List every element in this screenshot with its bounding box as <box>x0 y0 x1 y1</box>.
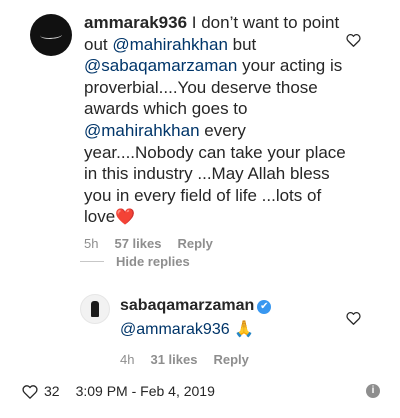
comment-text-part: but <box>227 34 257 54</box>
hide-replies-label: Hide replies <box>116 254 190 269</box>
divider-line <box>80 261 104 262</box>
reply-item: sabaqamarzaman ✔ @ammarak936 🙏 4h 31 like… <box>80 294 340 372</box>
mention-link[interactable]: @mahirahkhan <box>84 121 200 140</box>
avatar[interactable] <box>80 294 110 324</box>
comment-time: 5h <box>84 235 99 251</box>
heart-icon[interactable] <box>346 311 361 325</box>
comment-meta: 5h 57 likes Reply <box>84 233 354 255</box>
comment-text: ammarak936 I don’t want to point out @ma… <box>84 12 354 229</box>
comment-username[interactable]: ammarak936 <box>84 13 187 32</box>
reply-button[interactable]: Reply <box>213 348 248 372</box>
avatar-figure <box>91 301 99 317</box>
reply-username-row: sabaqamarzaman ✔ <box>120 294 272 318</box>
mention-link[interactable]: @sabaqamarzaman <box>84 56 237 75</box>
like-count[interactable]: 32 <box>44 383 60 399</box>
reply-text: @ammarak936 🙏 <box>120 318 271 342</box>
reply-likes[interactable]: 31 likes <box>150 348 197 372</box>
avatar-logo <box>39 29 63 41</box>
mention-link[interactable]: @ammarak936 <box>120 321 230 338</box>
mention-link[interactable]: @mahirahkhan <box>112 35 228 54</box>
praying-hands-emoji: 🙏 <box>234 321 254 338</box>
comment-content: ammarak936 I don’t want to point out @ma… <box>84 12 354 255</box>
verified-badge-icon: ✔ <box>257 300 272 314</box>
reply-time: 4h <box>120 352 135 367</box>
info-icon[interactable]: i <box>366 384 380 398</box>
comment-item: ammarak936 I don’t want to point out @ma… <box>30 12 355 255</box>
avatar[interactable] <box>30 14 72 56</box>
post-timestamp: 3:09 PM - Feb 4, 2019 <box>75 383 215 399</box>
post-footer: 32 3:09 PM - Feb 4, 2019 i <box>22 383 380 399</box>
hide-replies-button[interactable]: Hide replies <box>80 254 190 269</box>
heart-icon[interactable] <box>346 33 361 47</box>
heart-icon[interactable] <box>22 384 38 399</box>
reply-content: sabaqamarzaman ✔ @ammarak936 🙏 4h 31 like… <box>120 294 272 372</box>
red-heart-emoji: ❤️ <box>115 209 136 227</box>
reply-meta: 4h 31 likes Reply <box>120 348 271 372</box>
comment-likes[interactable]: 57 likes <box>114 233 161 255</box>
reply-username[interactable]: sabaqamarzaman <box>120 297 254 314</box>
comments-screen: ammarak936 I don’t want to point out @ma… <box>0 0 400 418</box>
reply-button[interactable]: Reply <box>177 233 212 255</box>
